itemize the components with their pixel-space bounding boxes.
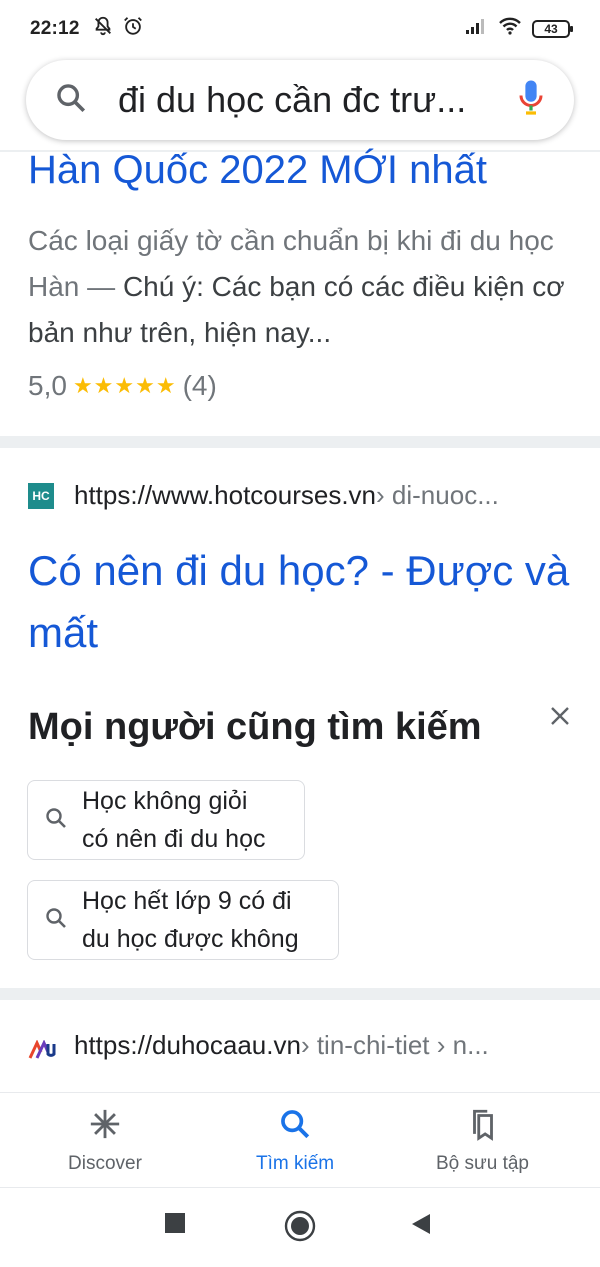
hotcourses-favicon-icon: HC [28,482,54,509]
back-triangle-icon[interactable] [410,1212,432,1241]
section-separator [0,436,600,448]
rating-count: (4) [182,370,217,401]
chip-label: Học không giỏi có nên đi du học [82,782,265,858]
rating: 5,0 ★★★★★ (4) [28,370,217,402]
duhocaau-favicon-icon [28,1036,56,1059]
home-circle-icon[interactable] [284,1210,316,1247]
search-icon [44,906,68,935]
system-navigation [0,1187,600,1267]
rating-stars: ★★★★★ [72,373,177,398]
result-source[interactable]: HC https://www.hotcourses.vn › di-nuoc..… [28,480,499,511]
result-path: › tin-chi-tiet › n... [300,1030,489,1060]
result-url: https://duhocaau.vn [74,1030,301,1060]
search-icon[interactable] [54,81,88,120]
people-also-search-heading: Mọi người cũng tìm kiếm [28,706,482,748]
wifi-icon [498,16,522,42]
collections-icon [466,1107,500,1147]
section-separator [0,988,600,1000]
result-title[interactable]: Hàn Quốc 2022 MỚI nhất [28,148,487,193]
nav-collections[interactable]: Bộ sưu tập [436,1107,529,1175]
battery-icon: 43 [532,20,573,38]
result-snippet: Các loại giấy tờ cần chuẩn bị khi đi du … [28,218,578,356]
nav-collections-label: Bộ sưu tập [436,1153,529,1174]
nav-discover-label: Discover [68,1153,142,1174]
asterisk-icon [88,1107,122,1147]
status-time: 22:12 [30,18,80,39]
search-bar[interactable]: đi du học cần đc trư... [26,60,574,140]
chip-line: Học không giỏi [82,787,248,815]
mic-icon[interactable] [516,78,546,123]
related-search-chip[interactable]: Học hết lớp 9 có đi du học được không [27,880,339,960]
search-icon [44,806,68,835]
result-source[interactable]: https://duhocaau.vn › tin-chi-tiet › n..… [28,1030,489,1061]
search-icon [278,1107,312,1147]
search-input[interactable]: đi du học cần đc trư... [118,79,516,121]
nav-search-label: Tìm kiếm [256,1153,335,1174]
notifications-off-icon [92,15,114,43]
related-search-chip[interactable]: Học không giỏi có nên đi du học [27,780,305,860]
close-icon[interactable] [540,696,580,736]
chip-line: du học được không [82,925,299,953]
result-url: https://www.hotcourses.vn [74,480,377,510]
nav-discover[interactable]: Discover [68,1107,142,1175]
rating-value: 5,0 [28,370,67,401]
chip-line: có nên đi du học [82,825,266,853]
alarm-icon [122,15,144,43]
result-title-link[interactable]: Có nên đi du học? - Được và mất [28,540,578,664]
chip-line: Học hết lớp 9 có đi [82,887,292,915]
result-path: › di-nuoc... [376,480,499,510]
signal-icon [464,17,488,41]
recents-square-icon[interactable] [164,1212,186,1239]
bottom-navigation: Discover Tìm kiếm Bộ sưu tập [0,1092,600,1187]
chip-label: Học hết lớp 9 có đi du học được không [82,882,299,958]
nav-search[interactable]: Tìm kiếm [256,1107,334,1175]
status-bar: 22:12 43 [0,0,600,58]
